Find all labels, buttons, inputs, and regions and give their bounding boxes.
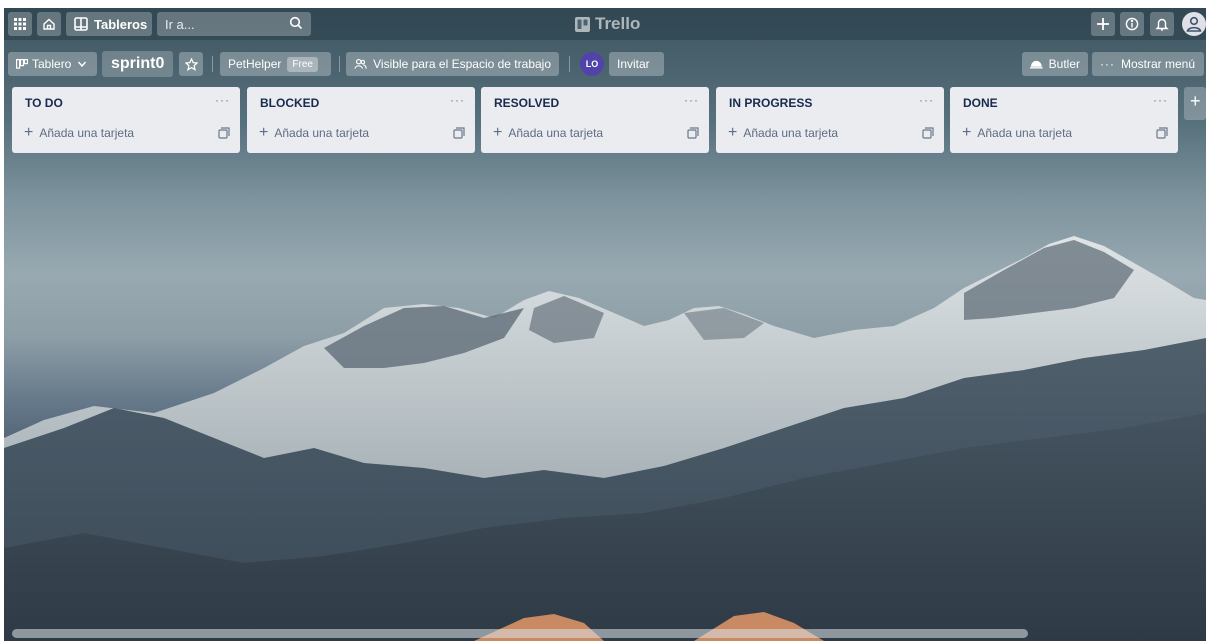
plus-icon: + [962, 124, 972, 141]
account-avatar[interactable] [1182, 12, 1206, 36]
add-list-symbol: + [1190, 91, 1201, 111]
list-column: DONE ··· + Añada una tarjeta [950, 87, 1178, 153]
list-menu-button[interactable]: ··· [1153, 93, 1168, 107]
list-menu-button[interactable]: ··· [450, 93, 465, 107]
user-icon [1186, 16, 1202, 32]
list-title[interactable]: IN PROGRESS [729, 96, 812, 110]
board-icon [74, 17, 88, 31]
card-template-icon[interactable] [922, 127, 934, 139]
show-menu-button[interactable]: ··· Mostrar menú [1092, 52, 1204, 76]
board-canvas: Tableros Ir a... Trello Tablero sprint0 … [4, 8, 1206, 641]
plus-icon: + [259, 124, 269, 141]
list-menu-button[interactable]: ··· [919, 93, 934, 107]
bell-icon [1155, 18, 1169, 31]
list-column: TO DO ··· + Añada una tarjeta [12, 87, 240, 153]
member-avatar[interactable]: LO [580, 52, 604, 76]
star-board-button[interactable] [179, 52, 203, 76]
add-card-label: Añada una tarjeta [39, 126, 135, 140]
add-list-button[interactable]: + [1184, 87, 1206, 120]
list-menu-button[interactable]: ··· [684, 93, 699, 107]
add-card-label: Añada una tarjeta [508, 126, 604, 140]
list-menu-button[interactable]: ··· [215, 93, 230, 107]
plus-icon [1097, 18, 1109, 30]
home-icon [43, 18, 55, 30]
butler-label: Butler [1048, 57, 1080, 71]
add-card-button[interactable]: + Añada una tarjeta [962, 124, 1073, 141]
workspace-name: PetHelper [228, 57, 282, 71]
workspace-button[interactable]: PetHelper Free [220, 52, 331, 76]
card-template-icon[interactable] [1156, 127, 1168, 139]
search-input[interactable]: Ir a... [157, 12, 311, 36]
create-button[interactable] [1091, 12, 1115, 36]
plus-icon: + [493, 124, 503, 141]
header-divider [212, 56, 213, 72]
information-button[interactable] [1120, 12, 1144, 36]
butler-icon [1030, 60, 1043, 69]
board-view-label: Tablero [32, 57, 72, 71]
trello-logo[interactable]: Trello [575, 14, 640, 34]
add-card-button[interactable]: + Añada una tarjeta [493, 124, 604, 141]
add-card-label: Añada una tarjeta [274, 126, 370, 140]
notifications-button[interactable] [1150, 12, 1174, 36]
butler-button[interactable]: Butler [1022, 52, 1088, 76]
member-initials: LO [585, 59, 599, 69]
add-card-label: Añada una tarjeta [743, 126, 839, 140]
list-title[interactable]: BLOCKED [260, 96, 319, 110]
card-template-icon[interactable] [687, 127, 699, 139]
search-icon [289, 16, 303, 30]
grid-icon [14, 18, 26, 30]
plus-icon: + [728, 124, 738, 141]
board-name[interactable]: sprint0 [102, 51, 174, 77]
boards-button[interactable]: Tableros [66, 12, 152, 36]
logo-text: Trello [595, 14, 641, 33]
add-card-button[interactable]: + Añada una tarjeta [24, 124, 135, 141]
trello-logo-icon [575, 16, 590, 32]
show-menu-label: Mostrar menú [1121, 57, 1196, 71]
card-template-icon[interactable] [453, 127, 465, 139]
visibility-button[interactable]: Visible para el Espacio de trabajo [346, 52, 559, 76]
workspace-plan-badge: Free [287, 56, 318, 72]
visibility-label: Visible para el Espacio de trabajo [373, 57, 551, 71]
plus-icon: + [24, 124, 34, 141]
add-card-label: Añada una tarjeta [977, 126, 1073, 140]
add-card-button[interactable]: + Añada una tarjeta [259, 124, 370, 141]
add-card-button[interactable]: + Añada una tarjeta [728, 124, 839, 141]
board-view-icon [16, 59, 28, 69]
more-icon: ··· [1100, 57, 1115, 71]
apps-switcher-button[interactable] [8, 12, 32, 36]
list-column: IN PROGRESS ··· + Añada una tarjeta [716, 87, 944, 153]
horizontal-scrollbar[interactable] [12, 629, 1028, 638]
home-button[interactable] [37, 12, 61, 36]
header-divider [569, 56, 570, 72]
list-title[interactable]: RESOLVED [494, 96, 559, 110]
header-divider [339, 56, 340, 72]
list-column: BLOCKED ··· + Añada una tarjeta [247, 87, 475, 153]
board-view-switcher[interactable]: Tablero [8, 52, 97, 76]
workspace-members-icon [354, 58, 367, 69]
card-template-icon[interactable] [218, 127, 230, 139]
boards-label: Tableros [94, 16, 148, 32]
invite-label: Invitar [617, 57, 650, 71]
star-icon [184, 57, 198, 71]
list-title[interactable]: DONE [963, 96, 998, 110]
info-icon [1125, 17, 1139, 31]
list-column: RESOLVED ··· + Añada una tarjeta [481, 87, 709, 153]
list-title[interactable]: TO DO [25, 96, 63, 110]
invite-button[interactable]: Invitar [609, 52, 664, 76]
chevron-down-icon [78, 61, 87, 68]
search-placeholder: Ir a... [165, 16, 195, 32]
top-navigation-bar: Tableros Ir a... Trello [4, 8, 1206, 40]
